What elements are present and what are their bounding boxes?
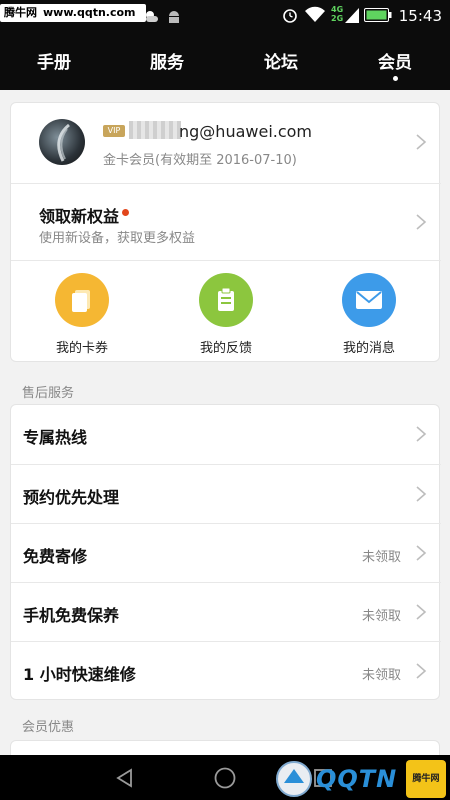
member-level: 金卡会员(有效期至 2016-07-10) xyxy=(103,153,297,168)
tab-forum[interactable]: 论坛 xyxy=(264,48,298,73)
list-item-status: 未领取 xyxy=(361,668,401,683)
chevron-right-icon xyxy=(416,663,427,679)
email-mask xyxy=(129,121,181,139)
my-messages-label: 我的消息 xyxy=(342,341,395,356)
list-item-label: 1 小时快速维修 xyxy=(23,665,136,684)
network-type-label: 4G 2G xyxy=(331,5,344,23)
watermark-badge: 腾牛网 www.qqtn.com xyxy=(0,4,146,22)
tab-manual[interactable]: 手册 xyxy=(37,48,71,73)
alarm-icon xyxy=(283,9,297,23)
new-indicator-dot xyxy=(122,209,130,216)
coupon-icon xyxy=(55,273,109,327)
clock: 15:43 xyxy=(398,7,442,25)
status-bar: 腾牛网 www.qqtn.com 4G 2G 15:43 xyxy=(0,0,450,34)
message-icon xyxy=(342,273,396,327)
list-item[interactable]: 1 小时快速维修 未领取 xyxy=(11,642,441,700)
list-item-label: 预约优先处理 xyxy=(23,488,120,507)
my-coupons-label: 我的卡券 xyxy=(55,341,108,356)
watermark-badge-bottom: 腾牛网 xyxy=(406,760,446,798)
benefits-title: 领取新权益 xyxy=(39,203,130,227)
vip-badge: VIP xyxy=(103,125,125,137)
watermark-url: www.qqtn.com xyxy=(43,6,136,19)
list-item-label: 手机免费保养 xyxy=(23,606,120,625)
wifi-icon xyxy=(305,6,325,22)
member-card: VIP ng@huawei.com 金卡会员(有效期至 2016-07-10) … xyxy=(10,102,441,362)
my-feedback-button[interactable]: 我的反馈 xyxy=(176,273,276,356)
member-offers-card[interactable] xyxy=(10,740,440,755)
list-item[interactable]: 免费寄修 未领取 xyxy=(11,524,441,582)
benefits-subtitle: 使用新设备，获取更多权益 xyxy=(39,231,196,246)
watermark-overlay: QQTN 腾牛网 xyxy=(270,757,450,800)
chevron-right-icon xyxy=(416,545,427,561)
avatar[interactable] xyxy=(39,119,85,165)
watermark-brand: QQTN xyxy=(316,765,398,793)
new-benefits-row[interactable]: 领取新权益 使用新设备，获取更多权益 xyxy=(11,184,441,260)
active-tab-indicator xyxy=(393,76,398,81)
after-sales-section-title: 售后服务 xyxy=(22,386,75,401)
tab-service[interactable]: 服务 xyxy=(150,48,184,73)
signal-icon xyxy=(345,8,359,23)
list-item-label: 免费寄修 xyxy=(23,547,88,566)
chevron-right-icon xyxy=(416,486,427,502)
chevron-right-icon xyxy=(416,134,427,150)
tab-member[interactable]: 会员 xyxy=(378,48,412,73)
watermark-logo-icon xyxy=(276,761,312,797)
avatar-image xyxy=(57,123,70,162)
weather-icon xyxy=(146,11,158,22)
after-sales-card: 专属热线 预约优先处理 免费寄修 未领取 手机免费保养 未领取 1 小时快速维修… xyxy=(10,404,441,700)
battery-icon xyxy=(364,8,392,22)
my-feedback-label: 我的反馈 xyxy=(199,341,252,356)
watermark-name: 腾牛网 xyxy=(4,6,37,19)
list-item-label: 专属热线 xyxy=(23,428,88,447)
main-content[interactable]: VIP ng@huawei.com 金卡会员(有效期至 2016-07-10) … xyxy=(0,90,450,755)
android-icon xyxy=(169,11,179,23)
chevron-right-icon xyxy=(416,214,427,230)
account-email: ng@huawei.com xyxy=(179,122,313,141)
feedback-icon xyxy=(199,273,253,327)
chevron-right-icon xyxy=(416,604,427,620)
back-icon[interactable] xyxy=(114,767,136,789)
list-item[interactable]: 预约优先处理 xyxy=(11,465,441,523)
list-item-status: 未领取 xyxy=(361,609,401,624)
my-coupons-button[interactable]: 我的卡券 xyxy=(32,273,132,356)
divider xyxy=(11,260,441,261)
list-item[interactable]: 手机免费保养 未领取 xyxy=(11,583,441,641)
list-item[interactable]: 专属热线 xyxy=(11,405,441,464)
member-offers-section-title: 会员优惠 xyxy=(22,720,75,735)
home-icon[interactable] xyxy=(213,766,237,790)
my-messages-button[interactable]: 我的消息 xyxy=(319,273,419,356)
top-tab-bar: 手册 服务 论坛 会员 xyxy=(0,34,450,90)
chevron-right-icon xyxy=(416,426,427,442)
profile-row[interactable]: VIP ng@huawei.com 金卡会员(有效期至 2016-07-10) xyxy=(11,103,441,183)
list-item-status: 未领取 xyxy=(361,550,401,565)
